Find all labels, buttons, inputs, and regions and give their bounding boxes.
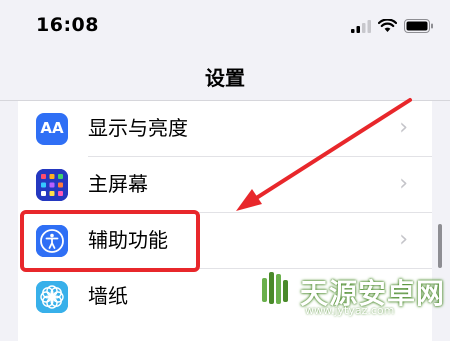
watermark-url: www.jytyaz.com bbox=[305, 304, 395, 317]
watermark-logo-icon bbox=[258, 270, 294, 314]
